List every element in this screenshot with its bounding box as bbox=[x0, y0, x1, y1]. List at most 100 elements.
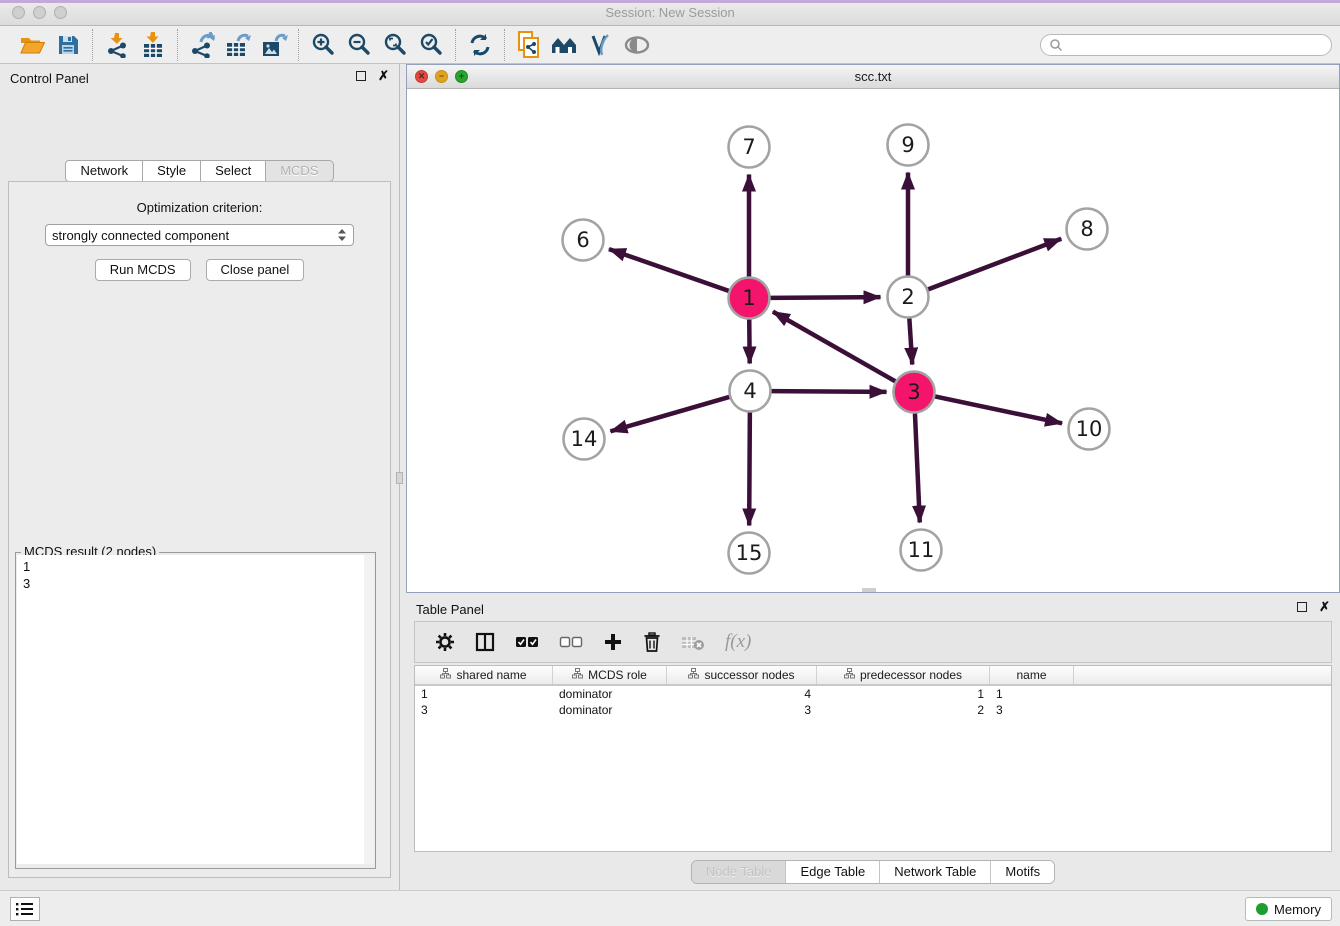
graph-node-label: 11 bbox=[908, 538, 935, 562]
show-columns-icon[interactable] bbox=[475, 632, 495, 652]
column-header-successor-nodes[interactable]: successor nodes bbox=[667, 666, 817, 684]
graphics-details-icon[interactable] bbox=[583, 30, 619, 60]
hierarchy-icon bbox=[440, 668, 451, 682]
edge-2-8[interactable] bbox=[928, 239, 1061, 290]
edge-4-3[interactable] bbox=[771, 391, 886, 392]
tab-network-table[interactable]: Network Table bbox=[879, 861, 990, 883]
control-tab-style[interactable]: Style bbox=[142, 160, 201, 182]
control-tab-mcds[interactable]: MCDS bbox=[265, 160, 333, 182]
close-panel-button[interactable]: Close panel bbox=[206, 259, 305, 281]
select-all-icon[interactable] bbox=[515, 635, 539, 649]
control-tab-select[interactable]: Select bbox=[200, 160, 266, 182]
zoom-in-icon[interactable] bbox=[305, 30, 341, 60]
tab-node-table[interactable]: Node Table bbox=[692, 861, 786, 883]
deselect-all-icon[interactable] bbox=[559, 635, 583, 649]
optimization-criterion-select[interactable]: strongly connected component bbox=[45, 224, 354, 246]
import-table-icon[interactable] bbox=[135, 30, 171, 60]
column-header-name[interactable]: name bbox=[990, 666, 1074, 684]
table-cell[interactable]: dominator bbox=[553, 686, 667, 702]
table-cell[interactable]: 2 bbox=[817, 702, 990, 718]
memory-status-icon bbox=[1256, 903, 1268, 915]
clone-network-icon[interactable] bbox=[511, 30, 547, 60]
birds-eye-view-icon[interactable] bbox=[547, 30, 583, 60]
edge-2-3[interactable] bbox=[909, 318, 912, 364]
table-cell[interactable]: 3 bbox=[990, 702, 1074, 718]
hierarchy-icon bbox=[688, 668, 699, 682]
table-row[interactable]: 3dominator323 bbox=[415, 702, 1331, 718]
column-label: shared name bbox=[456, 668, 526, 682]
edge-3-11[interactable] bbox=[915, 413, 920, 522]
zoom-out-icon[interactable] bbox=[341, 30, 377, 60]
graph-node-label: 4 bbox=[743, 379, 756, 403]
show-hide-icon[interactable] bbox=[619, 30, 655, 60]
mcds-result-item[interactable]: 3 bbox=[23, 575, 364, 592]
open-session-icon[interactable] bbox=[14, 30, 50, 60]
node-table[interactable]: shared name MCDS role successor nodesprede… bbox=[414, 665, 1332, 852]
graph-node-label: 1 bbox=[742, 286, 755, 310]
node-table-body: 1dominator4113dominator323 bbox=[415, 686, 1331, 718]
table-cell[interactable]: 3 bbox=[667, 702, 817, 718]
column-header-shared-name[interactable]: shared name bbox=[415, 666, 553, 684]
table-float-icon[interactable] bbox=[1297, 602, 1307, 612]
window-accent-strip bbox=[0, 0, 1340, 3]
function-builder-icon[interactable]: f(x) bbox=[725, 631, 751, 653]
column-header-predecessor-nodes[interactable]: predecessor nodes bbox=[817, 666, 990, 684]
task-list-icon bbox=[16, 902, 34, 916]
edge-1-6[interactable] bbox=[609, 249, 729, 291]
export-network-icon[interactable] bbox=[184, 30, 220, 60]
tab-motifs[interactable]: Motifs bbox=[990, 861, 1054, 883]
search-input[interactable] bbox=[1040, 34, 1332, 56]
table-settings-gear-icon[interactable] bbox=[435, 632, 455, 652]
table-panel-title: Table Panel bbox=[416, 602, 484, 617]
edge-4-15[interactable] bbox=[749, 412, 750, 525]
column-label: name bbox=[1016, 668, 1046, 682]
optimization-criterion-label: Optimization criterion: bbox=[9, 200, 390, 215]
close-panel-icon[interactable]: ✗ bbox=[378, 71, 389, 81]
export-image-icon[interactable] bbox=[256, 30, 292, 60]
edge-4-14[interactable] bbox=[610, 397, 729, 431]
float-panel-icon[interactable] bbox=[356, 71, 366, 81]
panel-splitter-handle[interactable] bbox=[396, 472, 403, 484]
table-row[interactable]: 1dominator411 bbox=[415, 686, 1331, 702]
control-tab-network[interactable]: Network bbox=[65, 160, 143, 182]
window-title: Session: New Session bbox=[0, 5, 1340, 20]
zoom-selected-icon[interactable] bbox=[413, 30, 449, 60]
network-view-window: ✕ − + scc.txt 1234678910111415 bbox=[406, 64, 1340, 593]
zoom-fit-icon[interactable] bbox=[377, 30, 413, 60]
network-resize-handle[interactable] bbox=[862, 588, 876, 592]
table-cell[interactable]: dominator bbox=[553, 702, 667, 718]
delete-table-icon[interactable] bbox=[681, 633, 705, 651]
table-cell[interactable]: 1 bbox=[415, 686, 553, 702]
add-column-icon[interactable] bbox=[603, 632, 623, 652]
network-canvas[interactable]: 1234678910111415 bbox=[407, 89, 1339, 592]
mcds-result-item[interactable]: 1 bbox=[23, 558, 364, 575]
table-cell[interactable]: 1 bbox=[817, 686, 990, 702]
edge-3-1[interactable] bbox=[773, 312, 895, 382]
table-cell[interactable]: 1 bbox=[990, 686, 1074, 702]
apply-layout-icon[interactable] bbox=[462, 30, 498, 60]
run-mcds-button[interactable]: Run MCDS bbox=[95, 259, 191, 281]
mcds-result-list[interactable]: 13 bbox=[17, 555, 364, 864]
network-graph[interactable]: 1234678910111415 bbox=[407, 89, 1339, 592]
table-close-icon[interactable]: ✗ bbox=[1319, 602, 1330, 612]
table-toolbar: f(x) bbox=[414, 621, 1332, 663]
memory-button[interactable]: Memory bbox=[1245, 897, 1332, 921]
import-network-icon[interactable] bbox=[99, 30, 135, 60]
graph-node-label: 6 bbox=[576, 228, 589, 252]
edge-1-2[interactable] bbox=[770, 297, 880, 298]
mcds-result-scrollbar[interactable] bbox=[364, 555, 374, 864]
edge-3-10[interactable] bbox=[935, 396, 1062, 423]
table-cell[interactable]: 4 bbox=[667, 686, 817, 702]
save-session-icon[interactable] bbox=[50, 30, 86, 60]
task-history-button[interactable] bbox=[10, 897, 40, 921]
export-table-icon[interactable] bbox=[220, 30, 256, 60]
status-bar: Memory bbox=[0, 890, 1340, 926]
column-label: MCDS role bbox=[588, 668, 647, 682]
column-header-MCDS-role[interactable]: MCDS role bbox=[553, 666, 667, 684]
network-window-titlebar[interactable]: ✕ − + scc.txt bbox=[407, 65, 1339, 89]
tab-edge-table[interactable]: Edge Table bbox=[785, 861, 879, 883]
table-panel-tabs: Node TableEdge TableNetwork TableMotifs bbox=[406, 860, 1340, 884]
optimization-criterion-value: strongly connected component bbox=[52, 228, 337, 243]
table-cell[interactable]: 3 bbox=[415, 702, 553, 718]
delete-column-icon[interactable] bbox=[643, 632, 661, 652]
